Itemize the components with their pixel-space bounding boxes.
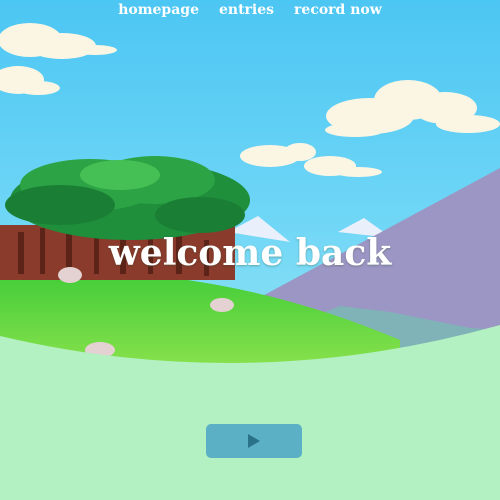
nav-link-homepage[interactable]: homepage <box>118 2 199 18</box>
nav-link-record-now[interactable]: record now <box>294 2 382 18</box>
hero-title: welcome back <box>108 232 392 274</box>
play-button[interactable] <box>206 424 302 458</box>
play-icon <box>248 434 260 448</box>
nav-link-entries[interactable]: entries <box>219 2 274 18</box>
top-nav: homepage entries record now <box>0 2 500 18</box>
